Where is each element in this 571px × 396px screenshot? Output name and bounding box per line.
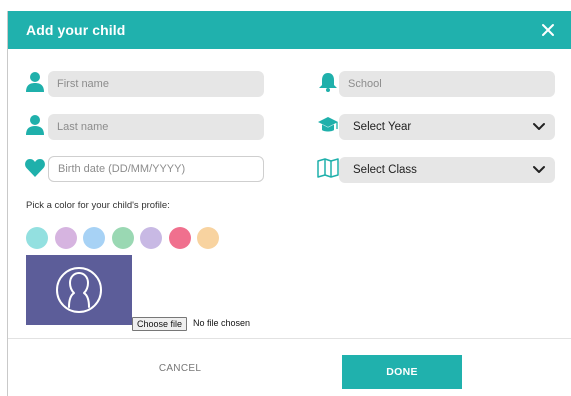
footer-divider — [8, 338, 571, 339]
dialog-header: Add your child — [8, 11, 571, 49]
avatar-preview — [26, 255, 132, 325]
heart-icon — [25, 159, 45, 177]
person-icon — [26, 115, 44, 135]
year-select[interactable]: Select Year — [339, 114, 555, 140]
class-select-value: Select Class — [353, 164, 417, 176]
birth-date-input[interactable]: Birth date (DD/MM/YYYY) — [48, 156, 264, 182]
color-swatch[interactable] — [197, 227, 219, 249]
choose-file-button[interactable]: Choose file — [132, 317, 188, 331]
color-swatch[interactable] — [168, 227, 191, 249]
graduation-cap-icon — [318, 117, 338, 132]
chevron-down-icon — [533, 123, 545, 130]
class-select[interactable]: Select Class — [339, 157, 555, 183]
color-swatch[interactable] — [111, 227, 134, 249]
year-select-value: Select Year — [353, 121, 412, 133]
user-silhouette-icon — [56, 267, 102, 313]
chevron-down-icon — [533, 166, 545, 173]
first-name-input[interactable]: First name — [48, 71, 264, 97]
close-button[interactable] — [539, 21, 557, 39]
book-icon — [317, 158, 339, 178]
add-child-dialog: Add your child First name Last name Birt… — [7, 11, 571, 396]
school-input[interactable]: School — [339, 71, 555, 97]
color-swatch[interactable] — [26, 227, 48, 249]
color-swatch[interactable] — [54, 227, 77, 249]
page-background: Add your child First name Last name Birt… — [0, 0, 571, 396]
color-swatch[interactable] — [140, 227, 162, 249]
color-swatch[interactable] — [83, 227, 105, 249]
person-icon — [26, 72, 44, 92]
color-picker-label: Pick a color for your child's profile: — [26, 200, 170, 211]
dialog-title: Add your child — [26, 22, 126, 38]
done-button[interactable]: DONE — [342, 355, 462, 389]
last-name-input[interactable]: Last name — [48, 114, 264, 140]
bell-icon — [319, 73, 337, 92]
file-status-text: No file chosen — [193, 318, 251, 328]
cancel-button[interactable]: CANCEL — [140, 363, 220, 374]
close-icon — [542, 24, 554, 36]
